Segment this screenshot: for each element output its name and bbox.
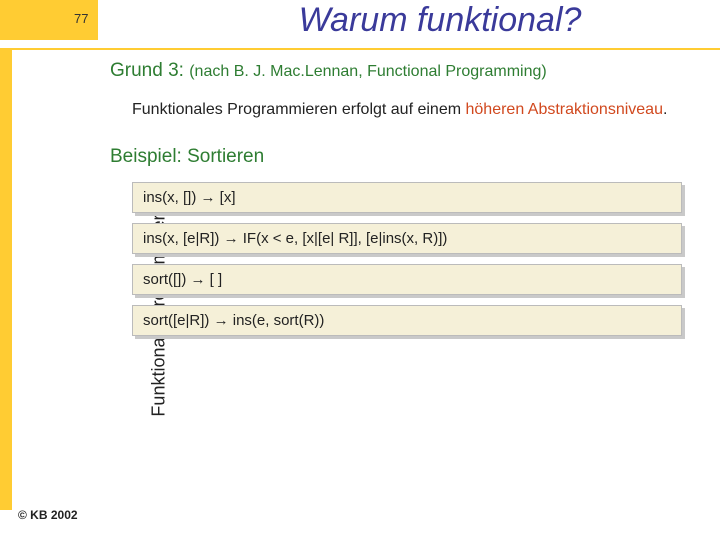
copyright: © KB 2002 <box>18 508 78 522</box>
content-area: Grund 3: (nach B. J. Mac.Lennan, Functio… <box>110 60 700 346</box>
body-pre: Funktionales Programmieren erfolgt auf e… <box>132 101 466 118</box>
grund-heading: Grund 3: (nach B. J. Mac.Lennan, Functio… <box>110 60 700 82</box>
slide-title: Warum funktional? <box>170 1 710 40</box>
code-box: sort([e|R]) → ins(e, sort(R)) <box>132 305 682 336</box>
code-box: ins(x, [e|R]) → IF(x < e, [x|[e| R]], [e… <box>132 223 682 254</box>
grund-sub: (nach B. J. Mac.Lennan, Functional Progr… <box>189 63 547 80</box>
body-hot: höheren Abstraktionsniveau <box>466 101 663 118</box>
divider <box>0 48 720 50</box>
page-number: 77 <box>74 11 88 26</box>
code-box: sort([]) → [ ] <box>132 264 682 295</box>
body-post: . <box>663 101 667 118</box>
body-text: Funktionales Programmieren erfolgt auf e… <box>132 100 700 120</box>
code-box: ins(x, []) → [x] <box>132 182 682 213</box>
sidebar-strip <box>0 50 12 510</box>
section-heading: Beispiel: Sortieren <box>110 146 700 168</box>
grund-label: Grund 3: <box>110 60 184 81</box>
